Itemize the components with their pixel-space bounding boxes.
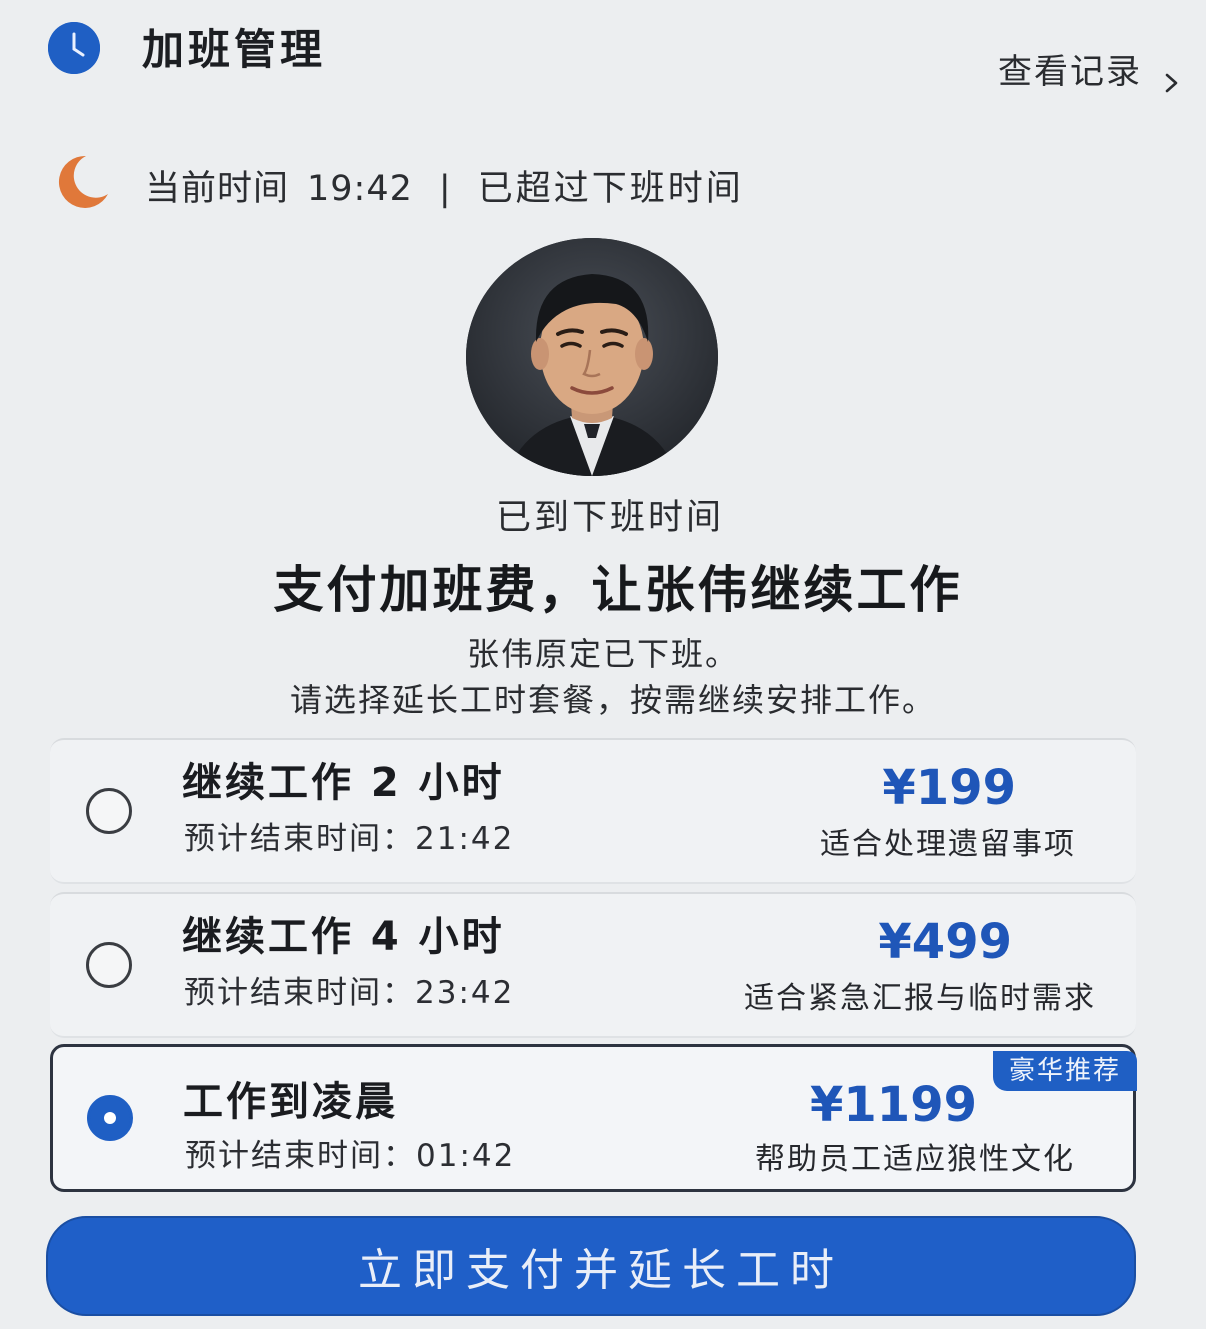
clock-icon <box>48 22 100 74</box>
overtime-message: 已超过下班时间 <box>477 169 744 209</box>
plan-note: 帮助员工适应狼性文化 <box>755 1142 1075 1177</box>
plan-end-time: 预计结束时间：01:42 <box>185 1138 516 1174</box>
plan-name: 继续工作 4 小时 <box>182 914 505 960</box>
page-title: 加班管理 <box>142 25 327 74</box>
radio-icon[interactable] <box>86 788 132 834</box>
plan-price: ¥499 <box>878 914 1012 970</box>
plan-note: 适合紧急汇报与临时需求 <box>744 981 1096 1016</box>
moon-icon <box>52 150 112 210</box>
description-line-1: 张伟原定已下班。 <box>466 635 739 673</box>
plan-option-until-dawn[interactable]: 豪华推荐 工作到凌晨 预计结束时间：01:42 ¥1199 帮助员工适应狼性文化 <box>50 1044 1137 1192</box>
current-time-label: 当前时间 <box>145 169 290 209</box>
headline: 支付加班费，让张伟继续工作 <box>273 561 963 619</box>
status-separator: | <box>438 169 452 209</box>
plan-option-2h[interactable]: 继续工作 2 小时 预计结束时间：21:42 ¥199 适合处理遗留事项 <box>50 738 1136 884</box>
plan-name: 工作到凌晨 <box>183 1079 398 1125</box>
recommended-badge: 豪华推荐 <box>992 1051 1137 1091</box>
view-records-link[interactable]: 查看记录 <box>998 50 1182 94</box>
plan-name: 继续工作 2 小时 <box>182 760 505 806</box>
plan-end-time: 预计结束时间：21:42 <box>184 821 515 857</box>
radio-icon[interactable] <box>87 1095 133 1141</box>
view-records-label: 查看记录 <box>998 52 1142 92</box>
plan-end-time: 预计结束时间：23:42 <box>184 975 515 1011</box>
radio-icon[interactable] <box>86 942 132 988</box>
plan-option-4h[interactable]: 继续工作 4 小时 预计结束时间：23:42 ¥499 适合紧急汇报与临时需求 <box>50 892 1136 1038</box>
current-time-status: 当前时间 19:42 | 已超过下班时间 <box>145 164 744 214</box>
current-time-value: 19:42 <box>307 169 413 209</box>
avatar <box>466 238 718 476</box>
plan-price: ¥1199 <box>810 1077 977 1133</box>
pay-and-extend-button[interactable]: 立即支付并延长工时 <box>46 1216 1136 1316</box>
chevron-right-icon <box>1160 61 1182 93</box>
description-line-2: 请选择延长工时套餐，按需继续安排工作。 <box>289 681 936 719</box>
plan-price: ¥199 <box>882 760 1016 816</box>
reached-off-work-text: 已到下班时间 <box>495 498 724 538</box>
plan-note: 适合处理遗留事项 <box>820 827 1076 862</box>
